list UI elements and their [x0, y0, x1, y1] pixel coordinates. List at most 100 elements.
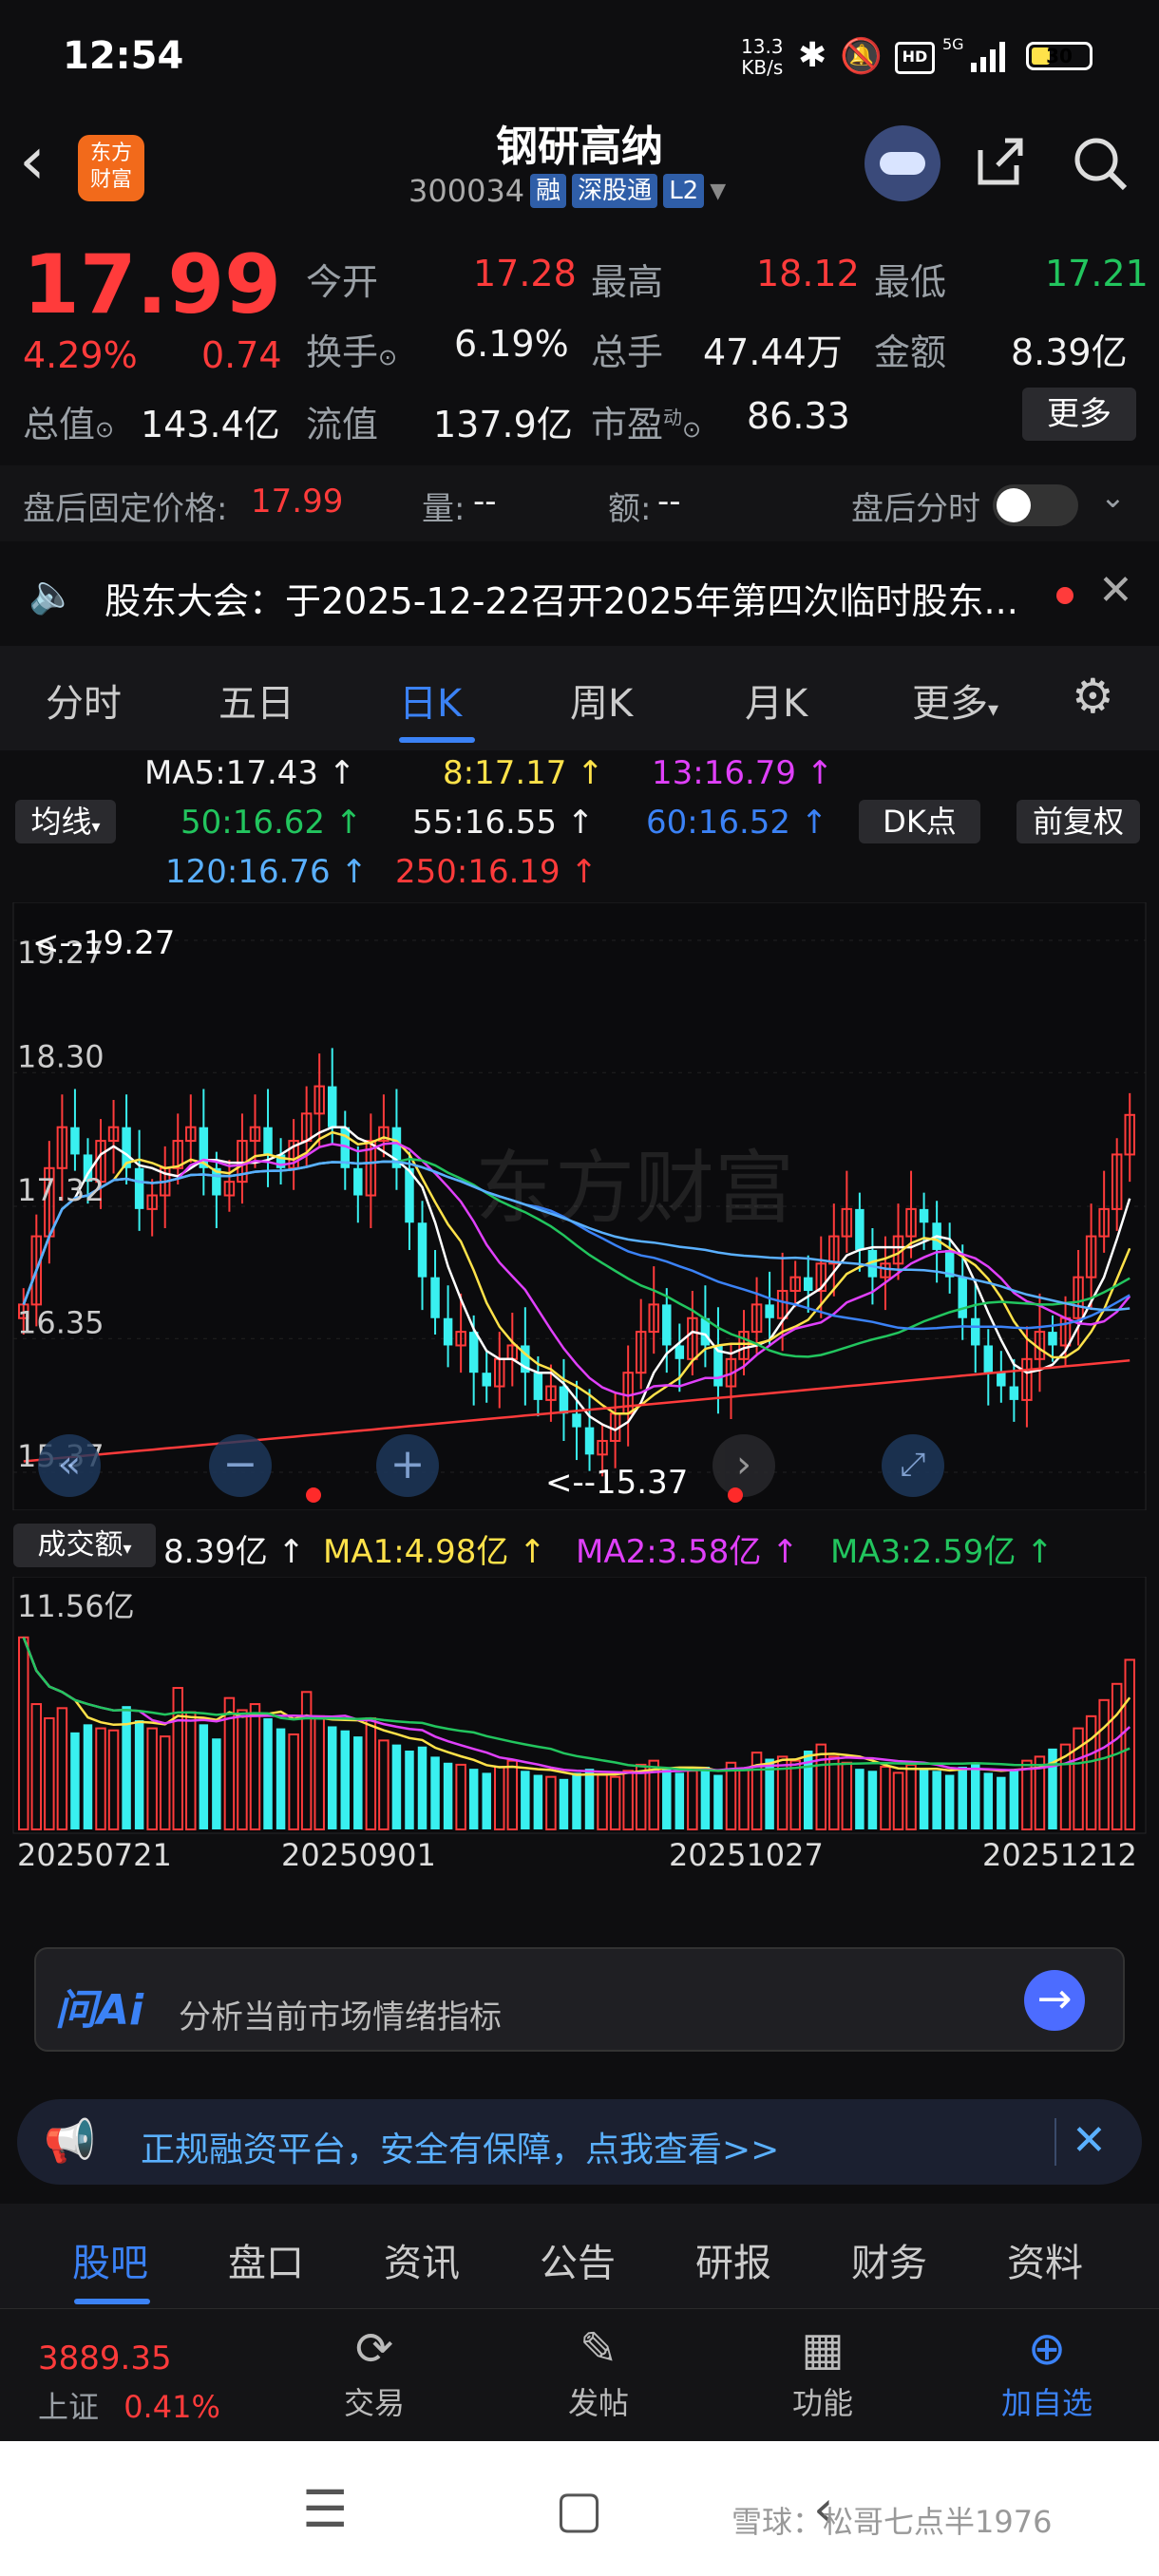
- nav-functions[interactable]: ▦ 功能: [756, 2319, 889, 2423]
- tab-profile[interactable]: 资料: [1007, 2232, 1083, 2287]
- event-dot[interactable]: [728, 1487, 743, 1503]
- float-label: 流值: [306, 404, 379, 445]
- ai-robot-icon[interactable]: [864, 125, 940, 201]
- volume-bar: [700, 1767, 711, 1829]
- gear-icon[interactable]: ⚙: [1072, 669, 1114, 724]
- volume-chart[interactable]: 11.56亿 20250721 20250901 20251027 20251212: [0, 1576, 1159, 1873]
- ma60-value: 60:16.52 ↑: [646, 804, 828, 842]
- tab-intraday[interactable]: 分时: [46, 672, 122, 728]
- turnover-label: 换手⊙: [306, 323, 397, 375]
- volume-bar: [212, 1738, 221, 1829]
- ma-selector-button[interactable]: 均线▾: [15, 800, 116, 843]
- net-speed-value: 13.3: [741, 35, 784, 58]
- tab-pankou[interactable]: 盘口: [228, 2232, 304, 2287]
- after-hours-toggle[interactable]: [993, 484, 1078, 526]
- kline-chart[interactable]: 东方财富 19.2718.3017.3216.3515.37 <--19.27 …: [0, 901, 1159, 1511]
- ai-send-button[interactable]: →: [1024, 1970, 1085, 2031]
- adjust-button[interactable]: 前复权: [1016, 800, 1140, 843]
- candle-body: [958, 1277, 967, 1318]
- candle-body: [468, 1332, 479, 1373]
- share-icon[interactable]: [971, 133, 1028, 190]
- tab-guba[interactable]: 股吧: [72, 2232, 148, 2287]
- index-value: 3889.35: [38, 2339, 172, 2377]
- info-icon: ⊙: [682, 416, 702, 443]
- ad-text[interactable]: 正规融资平台，安全有保障，点我查看>>: [141, 2122, 779, 2171]
- volume-bar: [134, 1720, 144, 1829]
- index-quote[interactable]: 3889.35 上证 0.41%: [38, 2319, 220, 2427]
- volume-ma3: MA3:2.59亿 ↑: [830, 1533, 1054, 1571]
- active-tab-indicator: [399, 737, 475, 743]
- after-intraday-label: 盘后分时: [851, 490, 980, 528]
- candle-body: [559, 1386, 569, 1414]
- dk-point-button[interactable]: DK点: [859, 800, 980, 843]
- info-tabs: 股吧 盘口 资讯 公告 研报 财务 资料: [0, 2204, 1159, 2308]
- tab-more[interactable]: 更多▾: [912, 672, 998, 728]
- battery-level: 30: [1046, 45, 1073, 67]
- amount-value: 8.39亿: [1011, 331, 1128, 373]
- mcap-label-text: 总值: [23, 404, 96, 445]
- candle-body: [855, 1208, 864, 1250]
- tab-five-day[interactable]: 五日: [218, 672, 294, 728]
- kline-svg[interactable]: 东方财富 19.2718.3017.3216.3515.37 <--19.27 …: [0, 901, 1159, 1511]
- unread-dot: [1056, 587, 1074, 604]
- fullscreen-button[interactable]: ⤢: [882, 1434, 944, 1497]
- volume-bar: [70, 1732, 80, 1829]
- ma55-value: 55:16.55 ↑: [412, 804, 595, 842]
- system-nav: ☰ ▢ ‹ 雪球：松哥七点半1976: [0, 2441, 1159, 2576]
- ai-input-bar[interactable]: 问Ai 分析当前市场情绪指标 →: [34, 1947, 1125, 2052]
- nav-add-watchlist[interactable]: ⊕ 加自选: [980, 2319, 1113, 2423]
- volume-indicator-button[interactable]: 成交额▾: [13, 1524, 156, 1567]
- candle-body: [533, 1373, 543, 1400]
- tab-research[interactable]: 研报: [695, 2232, 771, 2287]
- close-icon[interactable]: ✕: [1072, 2116, 1107, 2165]
- ma13-value: 13:16.79 ↑: [652, 754, 834, 792]
- tab-finance[interactable]: 财务: [851, 2232, 927, 2287]
- home-icon[interactable]: ▢: [555, 2479, 603, 2539]
- zoom-in-button[interactable]: +: [376, 1434, 439, 1497]
- pe-label: 市盈动⊙: [591, 395, 701, 447]
- hd-icon: HD: [895, 42, 935, 74]
- after-hours-label: 盘后固定价格:: [23, 490, 228, 528]
- scroll-right-button[interactable]: ›: [712, 1434, 775, 1497]
- mcap-label: 总值⊙: [23, 395, 114, 447]
- event-dot[interactable]: [306, 1487, 321, 1503]
- after-amt-label: 额:: [608, 490, 652, 528]
- status-time: 12:54: [63, 34, 184, 78]
- notice-text[interactable]: 股东大会：于2025-12-22召开2025年第四次临时股东...: [104, 572, 1018, 624]
- tab-announcements[interactable]: 公告: [540, 2232, 616, 2287]
- ma8-value: 8:17.17 ↑: [443, 754, 604, 792]
- search-icon[interactable]: [1070, 133, 1130, 194]
- nav-post-label: 发帖: [567, 2385, 629, 2421]
- volume-bar: [482, 1772, 491, 1829]
- close-icon[interactable]: ✕: [1098, 566, 1133, 615]
- volume-svg[interactable]: 11.56亿 20250721 20250901 20251027 20251212: [0, 1576, 1159, 1873]
- zoom-out-button[interactable]: −: [209, 1434, 272, 1497]
- volume-bar: [971, 1762, 980, 1829]
- info-icon: ⊙: [378, 344, 398, 370]
- candle-body: [443, 1317, 453, 1346]
- notice-bar[interactable]: 🔈 股东大会：于2025-12-22召开2025年第四次临时股东... ✕: [0, 551, 1159, 636]
- tab-news[interactable]: 资讯: [384, 2232, 460, 2287]
- tab-more-label: 更多: [912, 682, 988, 726]
- tab-weekly-k[interactable]: 周K: [570, 672, 633, 728]
- candle-body: [983, 1345, 994, 1373]
- volume-bar: [468, 1769, 479, 1829]
- nav-post[interactable]: ✎ 发帖: [532, 2319, 665, 2423]
- change-amount: 0.74: [201, 334, 282, 376]
- scroll-left-button[interactable]: «: [38, 1434, 101, 1497]
- pe-value: 86.33: [747, 395, 850, 437]
- stock-code-row[interactable]: 300034 融 深股通 L2 ▼: [408, 173, 726, 209]
- tab-daily-k[interactable]: 日K: [399, 672, 462, 728]
- chevron-down-icon[interactable]: ⌄: [1100, 479, 1126, 515]
- ai-prompt[interactable]: 分析当前市场情绪指标: [179, 1991, 502, 2037]
- watermark-text: 雪球：松哥七点半1976: [732, 2504, 1053, 2540]
- tab-monthly-k[interactable]: 月K: [745, 672, 808, 728]
- menu-icon[interactable]: ☰: [302, 2479, 348, 2539]
- volume-bar: [1009, 1771, 1019, 1829]
- more-button[interactable]: 更多: [1022, 388, 1136, 441]
- candle-body: [417, 1222, 428, 1278]
- ad-banner[interactable]: 📢 正规融资平台，安全有保障，点我查看>> ✕: [17, 2099, 1142, 2185]
- speaker-icon: 🔈: [28, 573, 76, 616]
- nav-trade[interactable]: ⟳ 交易: [308, 2319, 441, 2423]
- volume-bar: [83, 1724, 93, 1829]
